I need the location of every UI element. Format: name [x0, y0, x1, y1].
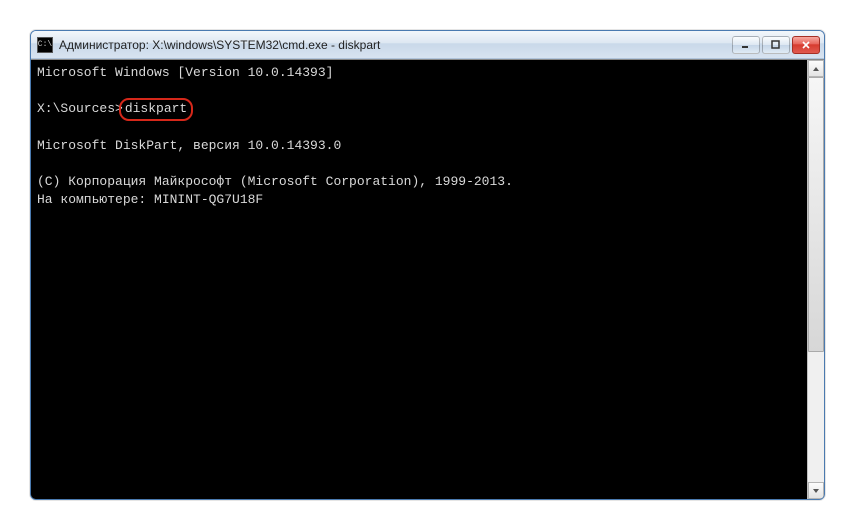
client-area: Microsoft Windows [Version 10.0.14393] X…	[31, 59, 824, 499]
highlighted-command: diskpart	[119, 98, 193, 120]
scroll-thumb[interactable]	[808, 77, 824, 352]
console-line: Microsoft Windows [Version 10.0.14393]	[37, 65, 333, 80]
cmd-icon: C:\	[37, 37, 53, 53]
command-text: diskpart	[125, 101, 187, 116]
scroll-track[interactable]	[808, 77, 824, 482]
window-title: Администратор: X:\windows\SYSTEM32\cmd.e…	[59, 38, 732, 52]
minimize-button[interactable]	[732, 36, 760, 54]
maximize-button[interactable]	[762, 36, 790, 54]
console-prompt: X:\Sources>	[37, 101, 123, 116]
console-line: (C) Корпорация Майкрософт (Microsoft Cor…	[37, 174, 513, 189]
console-output[interactable]: Microsoft Windows [Version 10.0.14393] X…	[31, 60, 807, 499]
scroll-up-button[interactable]	[808, 60, 824, 77]
cmd-window: C:\ Администратор: X:\windows\SYSTEM32\c…	[30, 30, 825, 500]
vertical-scrollbar[interactable]	[807, 60, 824, 499]
close-button[interactable]	[792, 36, 820, 54]
titlebar[interactable]: C:\ Администратор: X:\windows\SYSTEM32\c…	[31, 31, 824, 59]
console-line: Microsoft DiskPart, версия 10.0.14393.0	[37, 138, 341, 153]
window-controls	[732, 36, 820, 54]
console-line: На компьютере: MININT-QG7U18F	[37, 192, 263, 207]
scroll-down-button[interactable]	[808, 482, 824, 499]
